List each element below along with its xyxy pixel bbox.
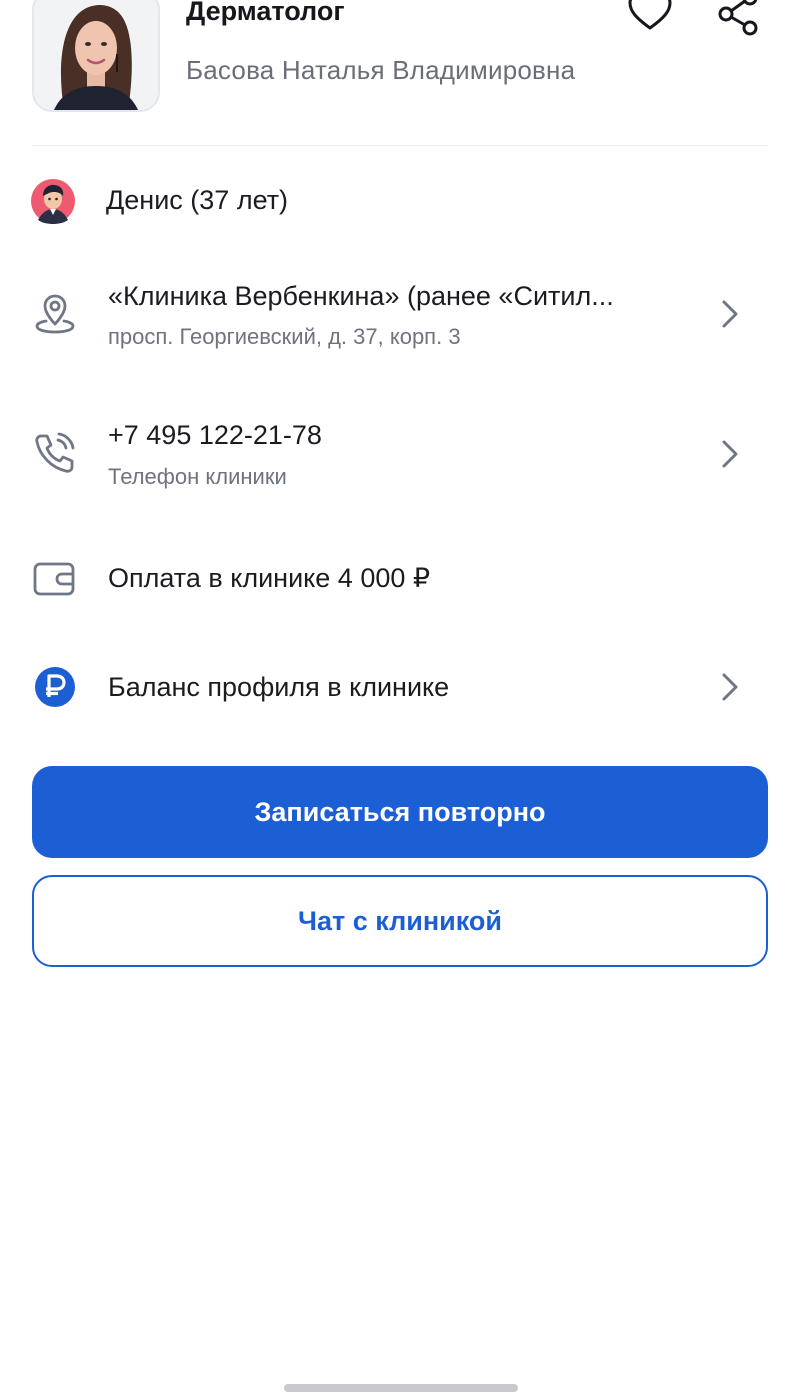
- clinic-title[interactable]: «Клиника Вербенкина» (ранее «Ситил...: [108, 281, 678, 312]
- phone-chevron[interactable]: [718, 438, 742, 470]
- location-pin-icon: [35, 294, 75, 334]
- clinic-address: просп. Георгиевский, д. 37, корп. 3: [108, 324, 461, 349]
- clinic-chevron[interactable]: [718, 298, 742, 330]
- favorite-button[interactable]: [626, 0, 674, 36]
- patient-name: Денис (37 лет): [106, 185, 289, 215]
- share-button[interactable]: [714, 0, 762, 36]
- balance-chevron[interactable]: [718, 671, 742, 703]
- patient-avatar: [30, 178, 76, 224]
- home-indicator[interactable]: [284, 1384, 518, 1392]
- share-icon: [718, 0, 758, 36]
- payment-icon-wrap: [32, 556, 78, 602]
- balance-icon-wrap: [32, 664, 78, 710]
- payment-info: Оплата в клинике 4 000 ₽: [108, 563, 431, 593]
- wallet-icon: [33, 562, 75, 596]
- doctor-portrait-image: [34, 0, 158, 110]
- phone-icon: [35, 432, 75, 473]
- doctor-specialty: Дерматолог: [186, 0, 345, 26]
- doctor-name: Басова Наталья Владимировна: [186, 55, 576, 85]
- clinic-phone-caption: Телефон клиники: [108, 464, 287, 489]
- header-divider: [32, 145, 768, 146]
- rebook-button[interactable]: Записаться повторно: [32, 766, 768, 858]
- chevron-right-icon: [722, 300, 738, 328]
- chevron-right-icon: [722, 440, 738, 468]
- chevron-right-icon: [722, 673, 738, 701]
- balance-label[interactable]: Баланс профиля в клинике: [108, 672, 449, 703]
- ruble-icon: [35, 667, 75, 707]
- avatar-icon: [31, 179, 75, 224]
- chat-with-clinic-button[interactable]: Чат с клиникой: [32, 875, 768, 967]
- clinic-phone-number[interactable]: +7 495 122-21-78: [108, 420, 322, 451]
- phone-icon-wrap: [32, 430, 78, 476]
- clinic-location: [32, 290, 78, 336]
- doctor-photo: [32, 0, 160, 112]
- heart-icon: [628, 0, 672, 30]
